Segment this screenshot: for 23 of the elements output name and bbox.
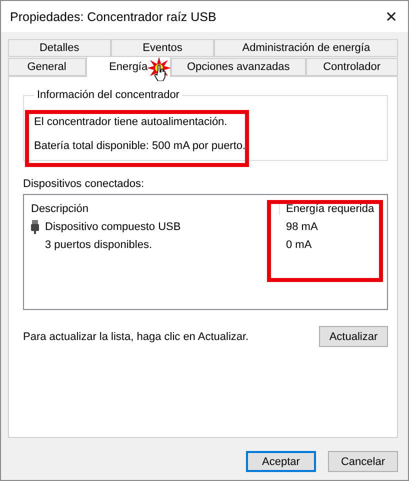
power-value: 0 mA <box>285 239 313 251</box>
group-title: Información del concentrador <box>36 89 180 101</box>
info-text: El concentrador tiene autoalimentación. <box>34 116 228 128</box>
refresh-button[interactable]: Actualizar <box>319 326 388 347</box>
close-button[interactable]: ✕ <box>385 8 398 26</box>
usb-plug-icon <box>31 220 39 234</box>
dialog-button[interactable]: Cancelar <box>328 451 398 472</box>
device-name: Dispositivo compuesto USB <box>45 221 181 233</box>
tab[interactable]: Opciones avanzadas <box>171 58 306 76</box>
tab[interactable]: Administración de energía <box>214 39 398 57</box>
info-text: Batería total disponible: 500 mA por puerto. <box>34 140 247 152</box>
tab[interactable]: General <box>8 58 86 76</box>
tab[interactable]: Controlador <box>306 58 398 76</box>
window-title: Propiedades: Concentrador raíz USB <box>10 10 216 24</box>
tab[interactable]: Eventos <box>110 39 214 57</box>
device-name: 3 puertos disponibles. <box>45 239 152 251</box>
column-header[interactable]: Descripción <box>31 203 279 215</box>
list-label: Dispositivos conectados: <box>23 178 146 190</box>
dialog-button[interactable]: Aceptar <box>246 451 316 472</box>
tab[interactable]: Detalles <box>8 39 111 57</box>
column-header[interactable]: Energía requerida <box>279 203 387 215</box>
hint-text: Para actualizar la lista, haga clic en Actualizar. <box>23 330 249 342</box>
power-value: 98 mA <box>285 221 319 233</box>
